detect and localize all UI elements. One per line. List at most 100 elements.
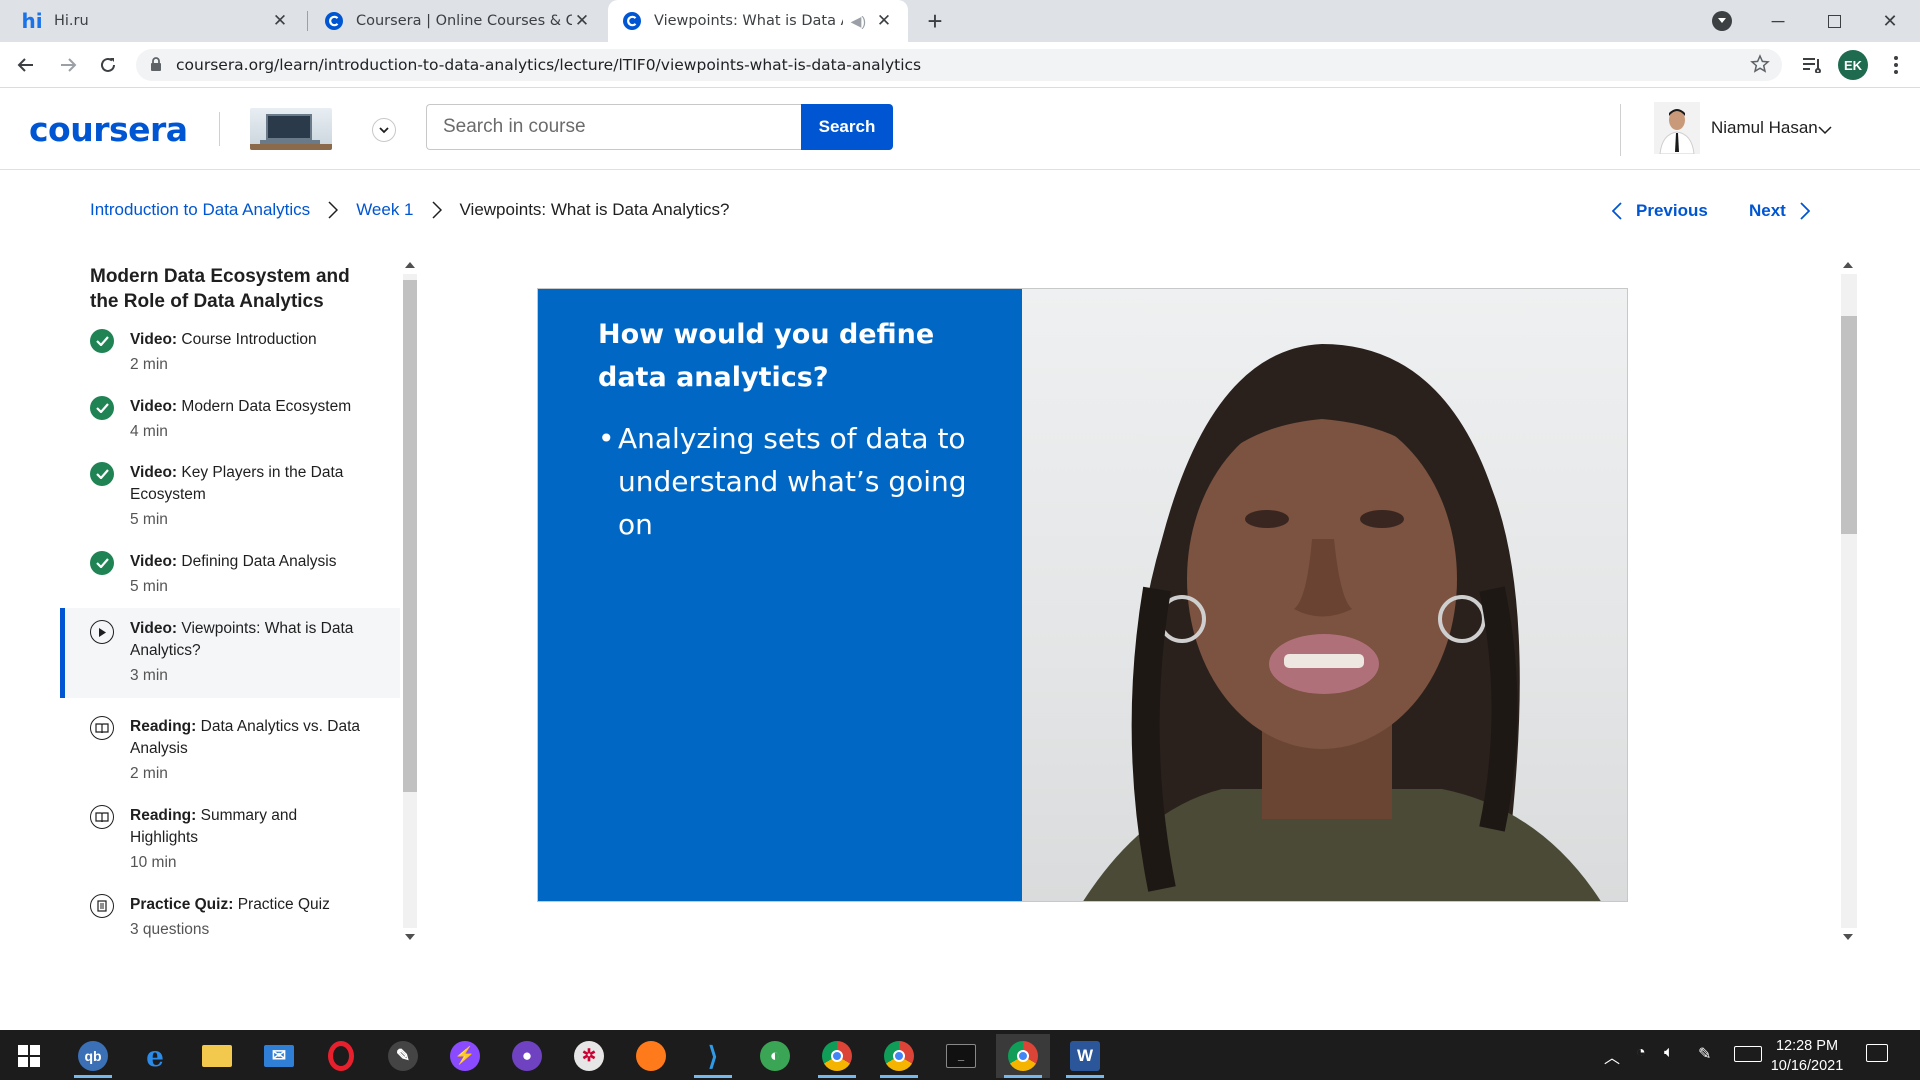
forward-icon[interactable]: [52, 49, 84, 81]
opera-icon[interactable]: [314, 1034, 368, 1078]
inkscape-icon[interactable]: ✎: [376, 1034, 430, 1078]
qbittorrent-icon[interactable]: qb: [66, 1034, 120, 1078]
lesson-type: Practice Quiz:: [130, 896, 234, 913]
chevron-right-icon: [431, 201, 442, 219]
previous-label: Previous: [1636, 201, 1708, 220]
course-thumbnail[interactable]: [250, 108, 332, 150]
next-button[interactable]: Next: [1749, 201, 1810, 221]
clock-date: 10/16/2021: [1770, 1058, 1844, 1074]
lesson-duration: 2 min: [130, 765, 168, 782]
lesson-item[interactable]: Practice Quiz: Practice Quiz 3 questions: [60, 894, 400, 941]
volume-icon[interactable]: 🔈︎: [1664, 1044, 1674, 1062]
notifications-icon[interactable]: [1866, 1044, 1888, 1062]
browser-menu-icon[interactable]: [1880, 49, 1912, 81]
profile-avatar[interactable]: EK: [1838, 50, 1868, 80]
chevron-right-icon: [328, 201, 339, 219]
reading-list-icon[interactable]: [1796, 49, 1828, 81]
lesson-title: Practice Quiz: [237, 896, 330, 913]
pinwheel-app-icon[interactable]: ✲: [562, 1034, 616, 1078]
lesson-type: Video:: [130, 464, 178, 481]
scroll-down-icon[interactable]: [1843, 934, 1853, 940]
search-input[interactable]: Search in course: [426, 104, 802, 150]
word-icon[interactable]: W: [1058, 1034, 1112, 1078]
lesson-duration: 4 min: [130, 423, 168, 440]
keyboard-icon[interactable]: [1734, 1046, 1762, 1062]
terminal-icon[interactable]: _: [934, 1034, 988, 1078]
close-window-icon[interactable]: ✕: [1862, 0, 1918, 42]
lesson-duration: 3 min: [130, 667, 168, 684]
lock-icon[interactable]: [150, 57, 162, 76]
file-explorer-icon[interactable]: [190, 1034, 244, 1078]
lesson-item[interactable]: Video: Defining Data Analysis 5 min: [60, 551, 400, 598]
lesson-type: Video:: [130, 620, 178, 637]
search-button[interactable]: Search: [801, 104, 893, 150]
close-tab-icon[interactable]: ✕: [874, 11, 894, 31]
tray-chevron-up-icon[interactable]: ︿: [1604, 1044, 1620, 1068]
scroll-down-icon[interactable]: [405, 934, 415, 940]
coursera-icon: [324, 11, 344, 31]
user-avatar[interactable]: [1654, 102, 1700, 155]
tab-search-icon[interactable]: [1712, 11, 1732, 31]
browser-tab-viewpoints[interactable]: Viewpoints: What is Data An ◀) ✕: [608, 0, 908, 42]
edge-icon[interactable]: e: [128, 1034, 182, 1078]
network-icon[interactable]: ◔: [1636, 1044, 1646, 1062]
speaker-muted-icon[interactable]: ◀): [851, 13, 866, 30]
mail-icon[interactable]: ✉: [252, 1034, 306, 1078]
globe-app-icon[interactable]: ◐: [748, 1034, 802, 1078]
breadcrumb-week-link[interactable]: Week 1: [356, 200, 413, 220]
lesson-item-current[interactable]: Video: Viewpoints: What is Data Analytic…: [60, 608, 400, 698]
firefox-icon[interactable]: [624, 1034, 678, 1078]
lesson-type: Video:: [130, 398, 178, 415]
sidebar-scrollbar[interactable]: [400, 256, 420, 946]
address-bar[interactable]: coursera.org/learn/introduction-to-data-…: [136, 49, 1782, 81]
close-tab-icon[interactable]: ✕: [270, 11, 290, 31]
lesson-type: Reading:: [130, 807, 197, 824]
breadcrumb-course-link[interactable]: Introduction to Data Analytics: [90, 200, 310, 220]
chrome-profile-icon[interactable]: [872, 1034, 926, 1078]
scrollbar-thumb[interactable]: [1841, 316, 1857, 534]
lesson-item[interactable]: Video: Key Players in the Data Ecosystem…: [60, 462, 400, 531]
windows-start-icon[interactable]: [2, 1034, 56, 1078]
coursera-logo[interactable]: coursera: [29, 110, 188, 149]
messenger-icon[interactable]: ⚡: [438, 1034, 492, 1078]
bookmark-star-icon[interactable]: [1750, 54, 1770, 78]
browser-tab-coursera[interactable]: Coursera | Online Courses & Crec ✕: [310, 0, 606, 42]
lesson-duration: 5 min: [130, 511, 168, 528]
chrome-ek-profile-icon[interactable]: [996, 1034, 1050, 1078]
github-icon[interactable]: ●: [500, 1034, 554, 1078]
lesson-title: Defining Data Analysis: [181, 553, 337, 570]
pen-icon[interactable]: ✎: [1698, 1044, 1711, 1064]
completed-check-icon: [90, 551, 114, 575]
lesson-item[interactable]: Reading: Data Analytics vs. Data Analysi…: [60, 716, 400, 785]
chevron-left-icon: [1612, 202, 1622, 220]
lesson-item[interactable]: Reading: Summary and Highlights 10 min: [60, 805, 400, 874]
course-menu-chevron-icon[interactable]: [372, 118, 396, 142]
tab-separator: [307, 11, 308, 31]
new-tab-icon[interactable]: +: [922, 6, 948, 36]
next-label: Next: [1749, 201, 1786, 220]
divider: [1620, 104, 1621, 156]
minimize-icon[interactable]: ─: [1750, 0, 1806, 42]
speaker-image: [1083, 344, 1601, 901]
vscode-icon[interactable]: ⟩: [686, 1034, 740, 1078]
course-outline-sidebar: Modern Data Ecosystem and the Role of Da…: [60, 256, 420, 946]
browser-tab-hi-ru[interactable]: hi Hi.ru ✕: [8, 0, 304, 42]
previous-button[interactable]: Previous: [1612, 201, 1708, 221]
tab-title: Hi.ru: [54, 13, 89, 29]
scroll-up-icon[interactable]: [1843, 262, 1853, 268]
chevron-down-icon[interactable]: [1818, 122, 1832, 140]
back-icon[interactable]: [10, 49, 42, 81]
chrome-icon[interactable]: [810, 1034, 864, 1078]
completed-check-icon: [90, 462, 114, 486]
video-player[interactable]: How would you define data analytics? Ana…: [537, 288, 1628, 902]
close-tab-icon[interactable]: ✕: [572, 11, 592, 31]
main-scrollbar[interactable]: [1838, 256, 1860, 946]
scroll-up-icon[interactable]: [405, 262, 415, 268]
lesson-item[interactable]: Video: Modern Data Ecosystem 4 min: [60, 396, 400, 443]
reload-icon[interactable]: [92, 49, 124, 81]
scrollbar-thumb[interactable]: [403, 280, 417, 792]
system-clock[interactable]: 12:28 PM 10/16/2021: [1762, 1036, 1852, 1076]
lesson-item[interactable]: Video: Course Introduction 2 min: [60, 329, 400, 376]
maximize-icon[interactable]: [1806, 0, 1862, 42]
user-name[interactable]: Niamul Hasan: [1711, 118, 1818, 138]
